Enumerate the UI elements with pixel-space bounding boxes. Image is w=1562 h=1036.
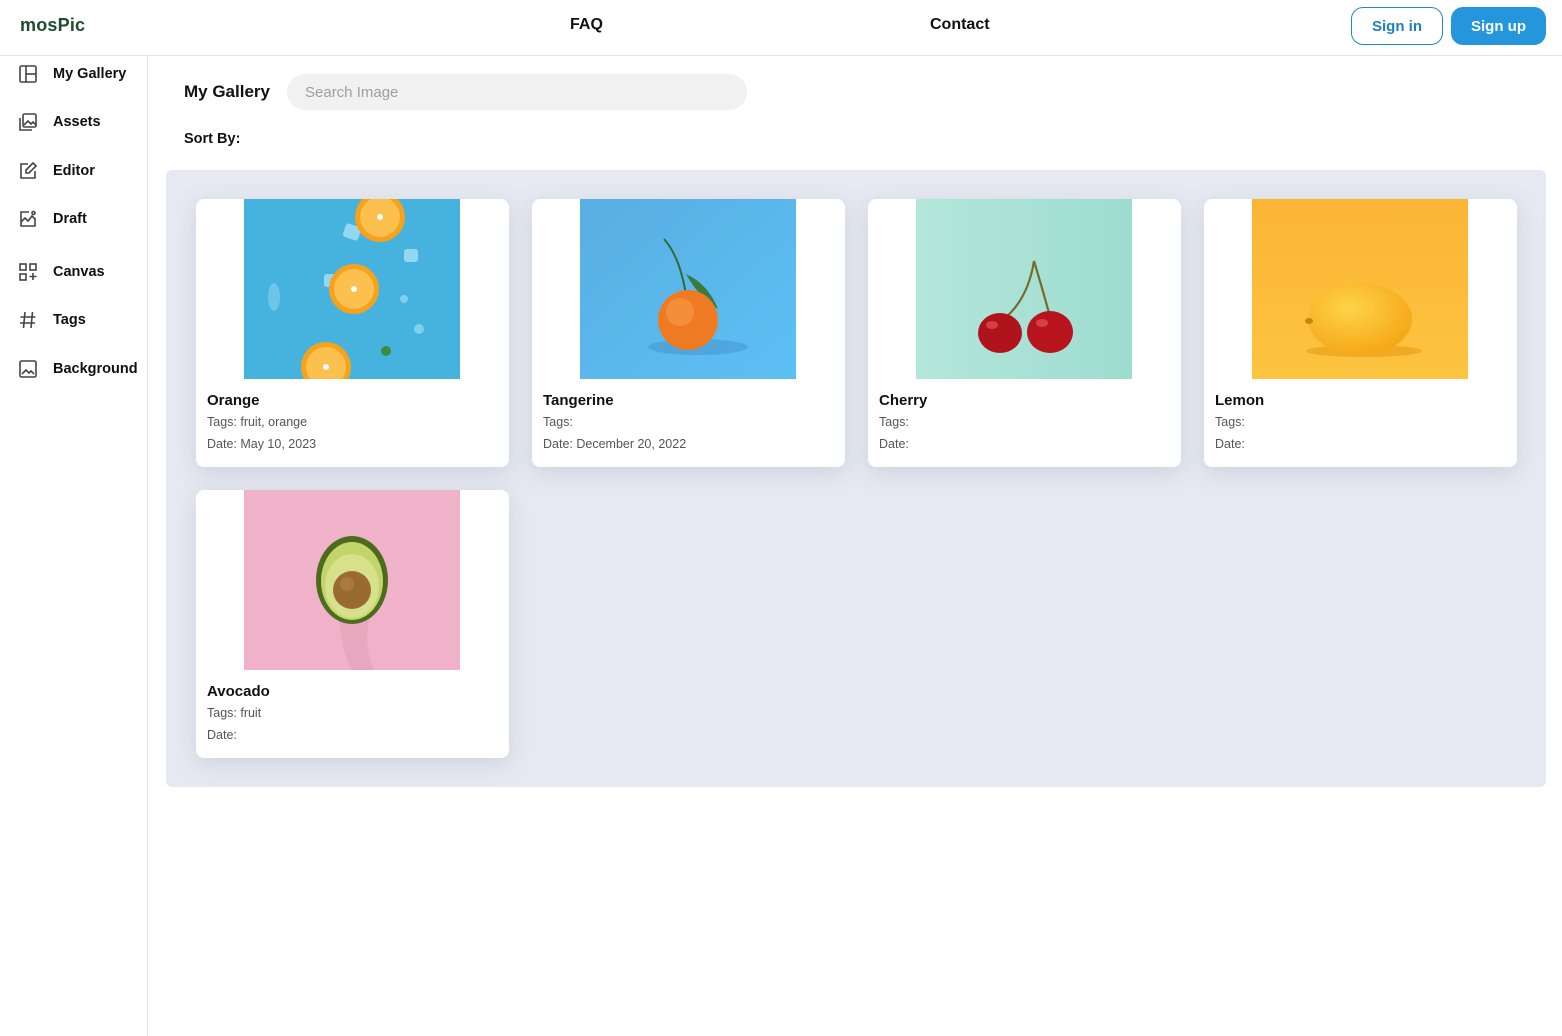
sidebar-item-my-gallery[interactable]: My Gallery [18, 62, 126, 86]
hash-icon [18, 310, 38, 330]
card-tags: Tags: [1215, 415, 1245, 429]
lemon-photo [1252, 199, 1468, 379]
sidebar: My Gallery Assets Editor Draft Canvas Ta… [0, 56, 148, 1036]
sidebar-item-label: Editor [53, 163, 95, 179]
avocado-photo [244, 490, 460, 670]
card-date: Date: [879, 437, 909, 451]
images-icon [18, 112, 38, 132]
image-icon [18, 359, 38, 379]
card-date: Date: May 10, 2023 [207, 437, 317, 451]
brand-logo[interactable]: mosPic [20, 15, 85, 36]
sidebar-item-canvas[interactable]: Canvas [18, 260, 105, 284]
gallery-card-lemon[interactable]: Lemon Tags: Date: [1204, 199, 1517, 467]
sidebar-item-label: Assets [53, 114, 101, 130]
card-title: Lemon [1215, 392, 1265, 409]
sidebar-item-label: Background [53, 361, 138, 377]
card-tags: Tags: [543, 415, 573, 429]
gallery-grid: Orange Tags: fruit, orange Date: May 10,… [166, 170, 1546, 787]
sidebar-item-label: Draft [53, 211, 87, 227]
grid-plus-icon [18, 262, 38, 282]
sidebar-item-label: Canvas [53, 264, 105, 280]
card-date: Date: December 20, 2022 [543, 437, 687, 451]
sidebar-item-draft[interactable]: Draft [18, 207, 87, 231]
nav-contact-link[interactable]: Contact [930, 16, 990, 34]
sidebar-item-editor[interactable]: Editor [18, 159, 95, 183]
sidebar-item-label: My Gallery [53, 66, 127, 82]
layout-icon [18, 64, 38, 84]
sidebar-item-label: Tags [53, 312, 86, 328]
page-title: My Gallery [184, 82, 270, 101]
gallery-card-avocado[interactable]: Avocado Tags: fruit Date: [196, 490, 509, 758]
sign-up-button[interactable]: Sign up [1451, 7, 1546, 45]
card-date: Date: [1215, 437, 1245, 451]
sign-in-button[interactable]: Sign in [1351, 7, 1443, 45]
sort-by-label[interactable]: Sort By: [184, 131, 240, 147]
gallery-card-cherry[interactable]: Cherry Tags: Date: [868, 199, 1181, 467]
edit-icon [18, 161, 38, 181]
nav-faq-link[interactable]: FAQ [570, 16, 603, 34]
sidebar-item-assets[interactable]: Assets [18, 110, 101, 134]
orange-slices-photo [244, 199, 460, 379]
top-navbar: mosPic FAQ Contact Sign in Sign up [0, 0, 1562, 56]
card-date: Date: [207, 728, 237, 742]
card-title: Tangerine [543, 392, 614, 409]
search-input[interactable] [287, 74, 747, 110]
cherry-photo [916, 199, 1132, 379]
gallery-card-orange[interactable]: Orange Tags: fruit, orange Date: May 10,… [196, 199, 509, 467]
card-tags: Tags: fruit, orange [207, 415, 308, 429]
chart-image-icon [18, 209, 38, 229]
tangerine-photo [580, 199, 796, 379]
sidebar-item-background[interactable]: Background [18, 357, 138, 381]
card-title: Avocado [207, 683, 270, 700]
card-tags: Tags: fruit [207, 706, 262, 720]
card-tags: Tags: [879, 415, 909, 429]
card-title: Cherry [879, 392, 928, 409]
gallery-card-tangerine[interactable]: Tangerine Tags: Date: December 20, 2022 [532, 199, 845, 467]
card-title: Orange [207, 392, 260, 409]
sidebar-item-tags[interactable]: Tags [18, 308, 86, 332]
